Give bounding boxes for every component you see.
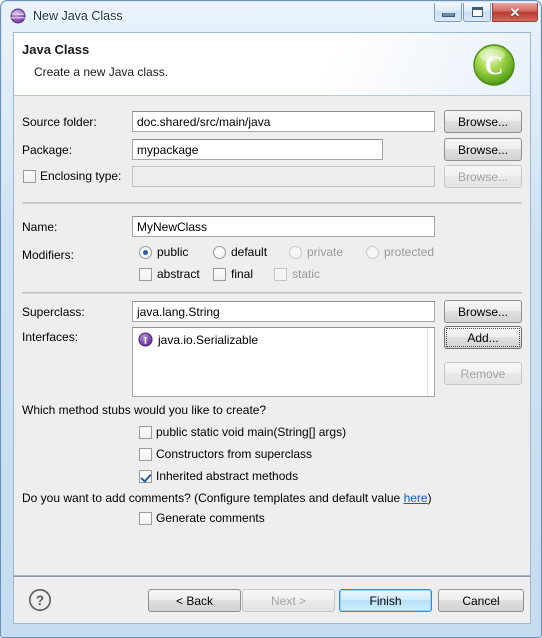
- enclosing-type-checkbox[interactable]: [23, 170, 36, 183]
- generate-comments-checkbox[interactable]: [139, 512, 152, 525]
- page-title: Java Class: [22, 42, 90, 57]
- add-interface-button[interactable]: Add...: [444, 326, 522, 349]
- modifier-checkbox-static: [274, 268, 287, 281]
- modifier-label-default[interactable]: default: [231, 245, 267, 259]
- minimize-button[interactable]: [434, 3, 462, 22]
- focus-outline: [446, 328, 520, 347]
- list-item-label: java.io.Serializable: [158, 332, 259, 347]
- close-button[interactable]: ✕: [492, 3, 538, 22]
- modifier-radio-public[interactable]: [139, 246, 152, 259]
- modifier-label-public[interactable]: public: [157, 245, 188, 259]
- wizard-content-panel: Source folder: doc.shared/src/main/java …: [13, 95, 531, 576]
- list-item[interactable]: I java.io.Serializable: [138, 332, 258, 347]
- method-stubs-question: Which method stubs would you like to cre…: [22, 403, 267, 417]
- dialog-button-bar: ? < Back Next > Finish Cancel: [13, 576, 531, 624]
- svg-text:C: C: [485, 51, 504, 80]
- interface-icon: I: [138, 332, 153, 347]
- svg-text:?: ?: [36, 593, 44, 608]
- java-class-green-c-icon: C: [471, 42, 517, 88]
- package-input[interactable]: mypackage: [132, 139, 383, 160]
- modifier-checkbox-abstract[interactable]: [139, 268, 152, 281]
- modifier-checkbox-final[interactable]: [213, 268, 226, 281]
- superclass-browse-button[interactable]: Browse...: [444, 300, 522, 323]
- class-name-label: Name:: [22, 220, 58, 234]
- class-name-input[interactable]: MyNewClass: [132, 216, 435, 237]
- modifier-radio-protected: [366, 246, 379, 259]
- enclosing-type-input: [132, 166, 435, 187]
- modifier-radio-private: [289, 246, 302, 259]
- package-browse-button[interactable]: Browse...: [444, 138, 522, 161]
- modifier-label-abstract[interactable]: abstract: [157, 267, 200, 281]
- stub-checkbox-main-method[interactable]: [139, 426, 152, 439]
- wizard-banner: Java Class Create a new Java class. C: [13, 32, 531, 95]
- help-question-icon[interactable]: ?: [28, 588, 52, 612]
- package-label: Package:: [22, 143, 73, 157]
- modifiers-label: Modifiers:: [22, 248, 75, 262]
- comments-question-pre: Do you want to add comments? (Configure …: [22, 491, 404, 505]
- generate-comments-label[interactable]: Generate comments: [156, 511, 265, 525]
- interfaces-list[interactable]: I java.io.Serializable: [132, 327, 435, 397]
- dialog-window: New Java Class ✕ Java Class Create a new…: [0, 0, 542, 638]
- window-controls: ✕: [433, 3, 538, 22]
- comments-question-post: ): [427, 491, 432, 505]
- source-folder-browse-button[interactable]: Browse...: [444, 110, 522, 133]
- java-wizard-icon: [10, 8, 26, 24]
- svg-text:I: I: [144, 336, 148, 346]
- cancel-button[interactable]: Cancel: [438, 589, 524, 612]
- maximize-button[interactable]: [463, 3, 491, 22]
- next-button: Next >: [242, 589, 335, 612]
- minimize-icon: [441, 12, 455, 17]
- superclass-label: Superclass:: [22, 305, 85, 319]
- list-column-separator: [427, 328, 428, 396]
- modifier-label-private: private: [307, 245, 344, 259]
- close-icon: ✕: [509, 4, 521, 20]
- title-bar[interactable]: New Java Class ✕: [2, 2, 542, 29]
- modifier-label-final[interactable]: final: [231, 267, 253, 281]
- comments-question: Do you want to add comments? (Configure …: [22, 491, 432, 505]
- stub-label-main-method[interactable]: public static void main(String[] args): [156, 425, 346, 439]
- modifier-radio-default[interactable]: [213, 246, 226, 259]
- stub-checkbox-inherited-abstract[interactable]: [139, 470, 152, 483]
- page-description: Create a new Java class.: [34, 65, 169, 79]
- modifier-label-static: static: [292, 267, 321, 281]
- separator-2: [22, 292, 522, 294]
- enclosing-type-label: Enclosing type:: [40, 169, 122, 183]
- modifier-label-protected: protected: [384, 245, 435, 259]
- finish-button[interactable]: Finish: [339, 589, 432, 612]
- source-folder-input[interactable]: doc.shared/src/main/java: [132, 111, 435, 132]
- superclass-input[interactable]: java.lang.String: [132, 301, 435, 322]
- stub-label-inherited-abstract[interactable]: Inherited abstract methods: [156, 469, 298, 483]
- back-button[interactable]: < Back: [148, 589, 241, 612]
- interfaces-label: Interfaces:: [22, 330, 79, 344]
- source-folder-label: Source folder:: [22, 115, 97, 129]
- stub-label-constructors[interactable]: Constructors from superclass: [156, 447, 312, 461]
- maximize-icon: [471, 7, 483, 17]
- window-title: New Java Class: [33, 8, 123, 23]
- enclosing-type-browse-button: Browse...: [444, 165, 522, 188]
- configure-templates-link[interactable]: here: [404, 491, 428, 505]
- separator-1: [22, 202, 522, 204]
- remove-interface-button: Remove: [444, 362, 522, 385]
- stub-checkbox-constructors[interactable]: [139, 448, 152, 461]
